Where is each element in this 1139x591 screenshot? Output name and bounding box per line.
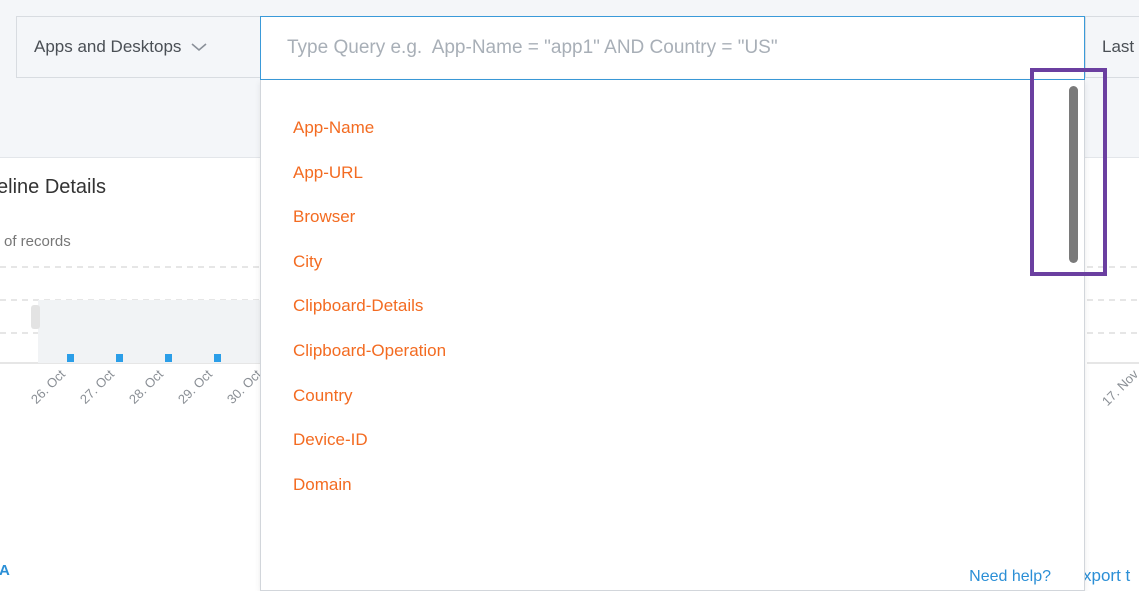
x-tick-label: 29. Oct [175,366,216,407]
timeline-title: eline Details [0,176,106,198]
x-tick-label: 30. Oct [224,366,265,407]
y-axis-label: of records [4,233,71,250]
need-help-link[interactable]: Need help? [969,568,1051,586]
app-type-selector[interactable]: Apps and Desktops [16,16,260,78]
data-point [165,354,172,362]
x-tick-label: 17. Nov [1099,366,1139,409]
suggestion-item[interactable]: City [293,250,446,295]
data-point [116,354,123,362]
suggestion-item[interactable]: App-Name [293,116,446,161]
suggestion-item[interactable]: Device-ID [293,428,446,473]
legend-fragment: A [0,562,10,579]
suggestion-item[interactable]: App-URL [293,161,446,206]
suggestion-item[interactable]: Browser [293,205,446,250]
time-range-label: Last [1102,37,1135,56]
x-tick-label: 26. Oct [28,366,69,407]
chart-selection-area [38,300,262,363]
x-tick-label: 27. Oct [77,366,118,407]
range-drag-handle[interactable] [31,305,40,329]
data-point [214,354,221,362]
suggestion-item[interactable]: Clipboard-Details [293,294,446,339]
suggestion-item[interactable]: Country [293,384,446,429]
suggestion-item[interactable]: Domain [293,473,446,518]
suggestion-list: App-Name App-URL Browser City Clipboard-… [293,116,446,517]
app-type-selector-label: Apps and Desktops [34,37,182,56]
export-link[interactable]: xport t [1083,566,1130,586]
query-suggestions-dropdown: App-Name App-URL Browser City Clipboard-… [260,80,1085,591]
query-search-input[interactable] [260,16,1085,80]
data-point [67,354,74,362]
scrollbar-highlight-box [1030,68,1107,276]
chevron-down-icon [191,43,207,52]
suggestion-item[interactable]: Clipboard-Operation [293,339,446,384]
x-tick-label: 28. Oct [126,366,167,407]
